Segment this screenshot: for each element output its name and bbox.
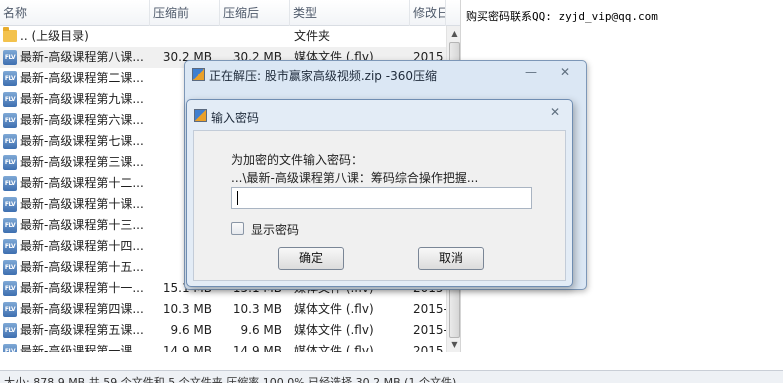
- file-name: 最新-高级课程第三课...: [20, 155, 144, 169]
- column-type[interactable]: 类型: [290, 0, 410, 26]
- close-icon[interactable]: ✕: [555, 64, 575, 80]
- column-date[interactable]: 修改日: [410, 0, 446, 26]
- file-name: 最新-高级课程第八课...: [20, 50, 144, 64]
- flv-file-icon: FLV: [3, 323, 17, 338]
- scroll-down-arrow-icon[interactable]: ▼: [447, 337, 460, 352]
- column-header: 名称 压缩前 压缩后 类型 修改日: [0, 0, 460, 26]
- file-name-cell: FLV 最新-高级课程第三课...: [0, 152, 150, 173]
- type-cell: 媒体文件 (.flv): [294, 323, 374, 337]
- 360zip-app-icon: [194, 109, 207, 122]
- flv-file-icon: FLV: [3, 113, 17, 128]
- file-name-cell: FLV 最新-高级课程第十二...: [0, 173, 150, 194]
- flv-file-icon: FLV: [3, 260, 17, 275]
- flv-file-icon: FLV: [3, 344, 17, 352]
- extract-titlebar[interactable]: 正在解压: 股市赢家高级视频.zip -360压缩 — ✕: [185, 61, 586, 89]
- file-name-cell: FLV 最新-高级课程第一课...: [0, 341, 150, 352]
- 360zip-app-icon: [192, 68, 205, 81]
- compressed-size-cell: 10.3 MB: [232, 302, 282, 316]
- file-name-cell: FLV 最新-高级课程第七课...: [0, 131, 150, 152]
- flv-file-icon: FLV: [3, 218, 17, 233]
- flv-file-icon: FLV: [3, 71, 17, 86]
- flv-file-icon: FLV: [3, 281, 17, 296]
- file-name-cell: FLV 最新-高级课程第五课...: [0, 320, 150, 341]
- flv-file-icon: FLV: [3, 239, 17, 254]
- status-bar: 大小: 878.9 MB 共 59 个文件和 5 个文件夹 压缩率 100.0%…: [0, 370, 783, 383]
- file-name-cell: FLV 最新-高级课程第十四...: [0, 236, 150, 257]
- close-icon[interactable]: ✕: [545, 104, 565, 120]
- file-name: .. (上级目录): [20, 29, 89, 43]
- password-dialog-titlebar[interactable]: 输入密码 ✕: [187, 100, 572, 128]
- table-row[interactable]: FLV 最新-高级课程第四课... 10.3 MB 10.3 MB 媒体文件 (.flv…: [0, 299, 448, 320]
- file-name: 最新-高级课程第九课...: [20, 92, 144, 106]
- file-name: 最新-高级课程第十三...: [20, 218, 144, 232]
- show-password-label[interactable]: 显示密码: [251, 221, 299, 238]
- file-name-cell: FLV 最新-高级课程第九课...: [0, 89, 150, 110]
- checkbox-icon[interactable]: [231, 222, 244, 235]
- column-compressed-size[interactable]: 压缩后: [220, 0, 290, 26]
- size-cell: [150, 26, 212, 47]
- password-input[interactable]: [231, 187, 532, 209]
- scroll-up-arrow-icon[interactable]: ▲: [447, 26, 460, 41]
- file-name-cell: FLV 最新-高级课程第八课...: [0, 47, 150, 68]
- archive-comment: 购买密码联系QQ: zyjd_vip@qq.com: [466, 10, 658, 23]
- password-dialog-title: 输入密码: [211, 111, 260, 125]
- type-cell: 媒体文件 (.flv): [294, 302, 374, 316]
- flv-file-icon: FLV: [3, 134, 17, 149]
- file-name-cell: FLV 最新-高级课程第十一...: [0, 278, 150, 299]
- compressed-size-cell: 9.6 MB: [240, 323, 282, 337]
- file-name: 最新-高级课程第十课...: [20, 197, 144, 211]
- compressed-size-cell: [220, 26, 282, 47]
- table-row[interactable]: FLV 最新-高级课程第一课... 14.9 MB 14.9 MB 媒体文件 (.flv…: [0, 341, 446, 352]
- file-name-cell: FLV 最新-高级课程第四课...: [0, 299, 150, 320]
- column-size[interactable]: 压缩前: [150, 0, 220, 26]
- file-name-cell: FLV 最新-高级课程第十三...: [0, 215, 150, 236]
- file-name: 最新-高级课程第十一...: [20, 281, 144, 295]
- file-name: 最新-高级课程第七课...: [20, 134, 144, 148]
- password-dialog: 输入密码 ✕ 为加密的文件输入密码： ...\最新-高级课程第八课：筹码综合操作…: [186, 99, 573, 287]
- flv-file-icon: FLV: [3, 92, 17, 107]
- file-name: 最新-高级课程第六课...: [20, 113, 144, 127]
- size-cell: 14.9 MB: [162, 344, 212, 352]
- encrypted-file-path: ...\最新-高级课程第八课：筹码综合操作把握...: [231, 171, 479, 185]
- file-name-cell: FLV 最新-高级课程第六课...: [0, 110, 150, 131]
- flv-file-icon: FLV: [3, 155, 17, 170]
- file-name-cell: .. (上级目录): [0, 26, 150, 47]
- ok-button[interactable]: 确定: [278, 247, 344, 270]
- table-row[interactable]: FLV 最新-高级课程第五课... 9.6 MB 9.6 MB 媒体文件 (.flv) 2…: [0, 320, 448, 341]
- password-prompt: 为加密的文件输入密码：: [231, 153, 364, 167]
- compressed-size-cell: 14.9 MB: [232, 344, 282, 352]
- extract-dialog-title: 正在解压: 股市赢家高级视频.zip -360压缩: [209, 69, 437, 83]
- type-cell: 媒体文件 (.flv): [294, 344, 374, 352]
- flv-file-icon: FLV: [3, 302, 17, 317]
- flv-file-icon: FLV: [3, 176, 17, 191]
- file-name: 最新-高级课程第一课...: [20, 344, 144, 352]
- file-name-cell: FLV 最新-高级课程第十课...: [0, 194, 150, 215]
- file-name: 最新-高级课程第四课...: [20, 302, 144, 316]
- file-name: 最新-高级课程第十四...: [20, 239, 144, 253]
- file-name-cell: FLV 最新-高级课程第十五...: [0, 257, 150, 278]
- size-cell: 10.3 MB: [162, 302, 212, 316]
- file-name-cell: FLV 最新-高级课程第二课...: [0, 68, 150, 89]
- file-name: 最新-高级课程第十五...: [20, 260, 144, 274]
- file-name: 最新-高级课程第五课...: [20, 323, 144, 337]
- text-caret: [237, 191, 238, 205]
- file-name: 最新-高级课程第十二...: [20, 176, 144, 190]
- flv-file-icon: FLV: [3, 197, 17, 212]
- file-name: 最新-高级课程第二课...: [20, 71, 144, 85]
- password-dialog-body: 为加密的文件输入密码： ...\最新-高级课程第八课：筹码综合操作把握... 显…: [193, 130, 566, 281]
- type-cell: 文件夹: [294, 29, 331, 43]
- cancel-button[interactable]: 取消: [418, 247, 484, 270]
- table-row[interactable]: .. (上级目录) 文件夹: [0, 26, 446, 47]
- column-name[interactable]: 名称: [0, 0, 150, 26]
- size-cell: 9.6 MB: [170, 323, 212, 337]
- flv-file-icon: FLV: [3, 50, 17, 65]
- minimize-icon[interactable]: —: [521, 64, 541, 80]
- status-text: 大小: 878.9 MB 共 59 个文件和 5 个文件夹 压缩率 100.0%…: [4, 376, 457, 383]
- folder-icon: [3, 27, 17, 42]
